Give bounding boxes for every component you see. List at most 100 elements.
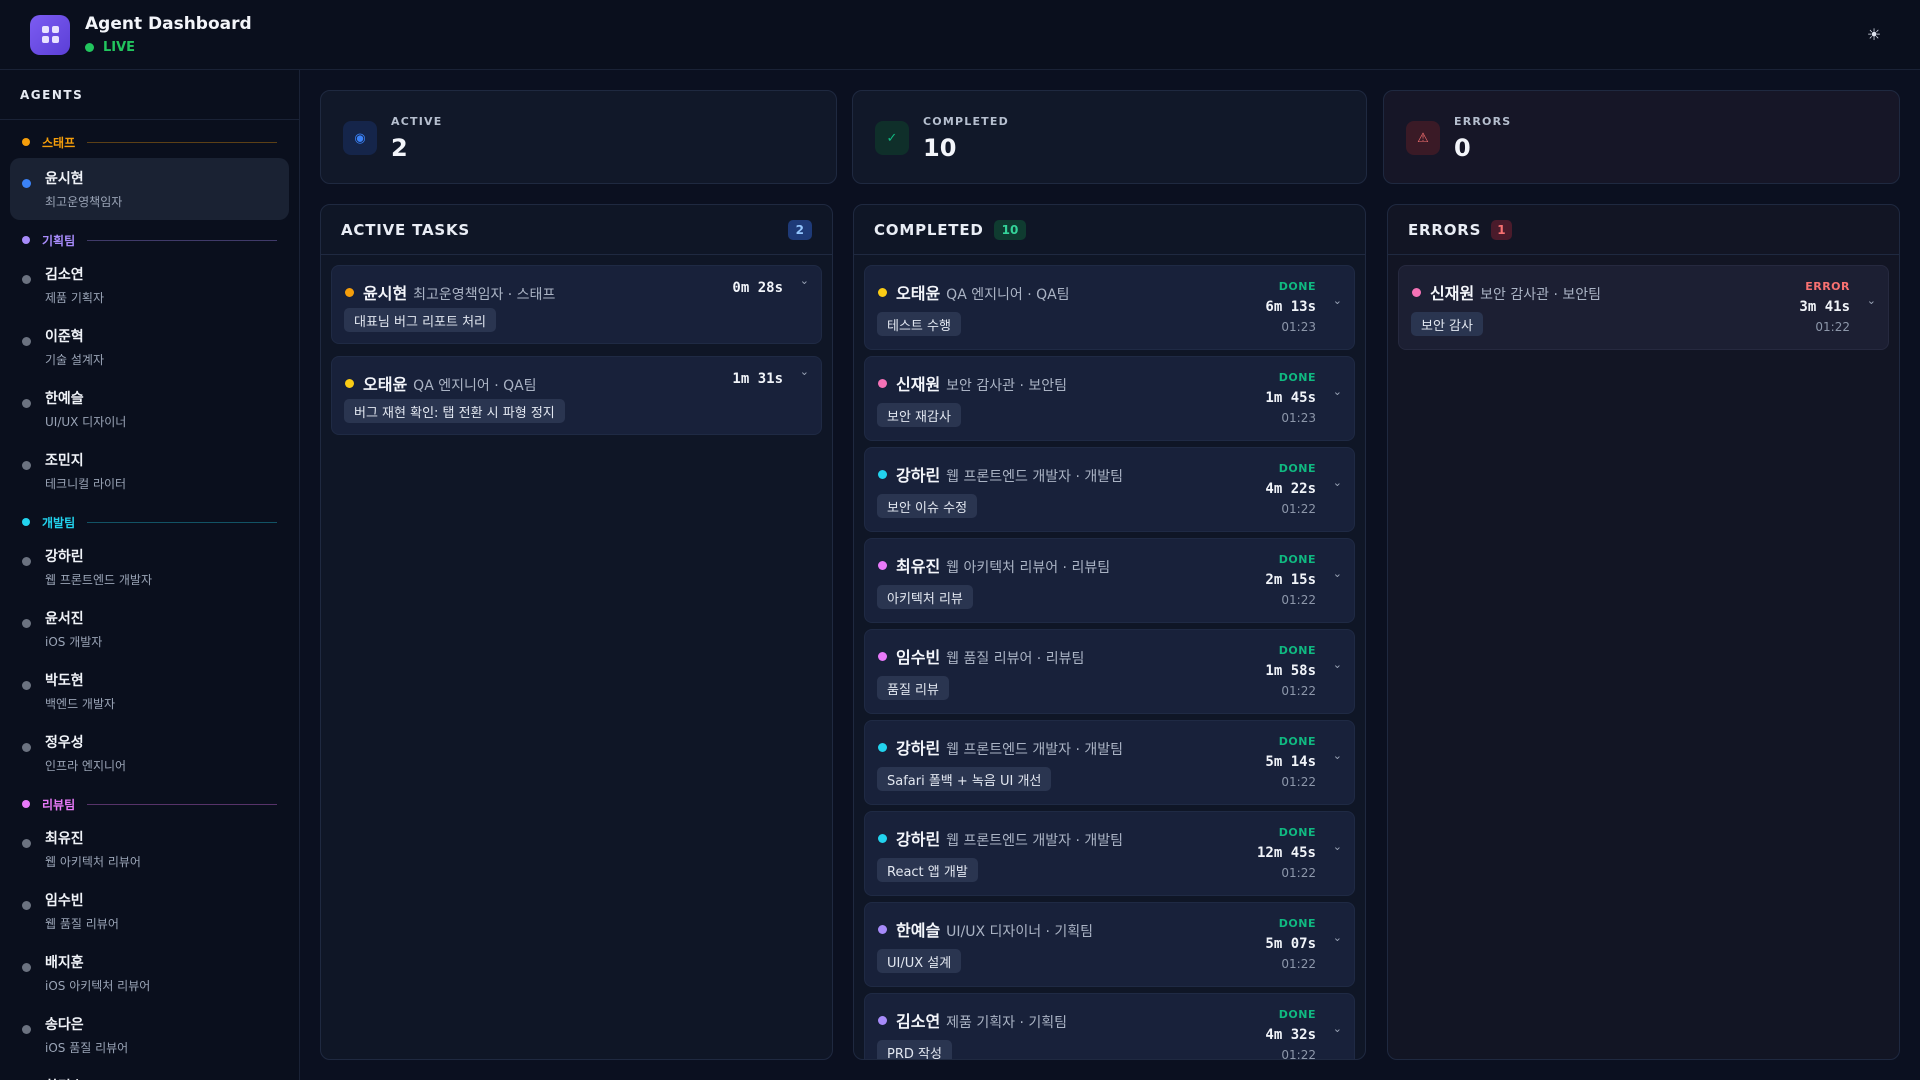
agent-dot-icon (345, 379, 354, 388)
chevron-down-icon[interactable]: ⌄ (1333, 1022, 1342, 1035)
chevron-down-icon[interactable]: ⌄ (1333, 476, 1342, 489)
sun-icon[interactable]: ☀ (1864, 25, 1884, 45)
agent-dot-icon (878, 834, 887, 843)
task-card[interactable]: 오태윤 QA 엔지니어 · QA팀 테스트 수행 DONE 6m 13s 01:23 ⌄ (864, 265, 1355, 350)
agent-name: 김소연 (45, 267, 84, 283)
chevron-down-icon[interactable]: ⌄ (1333, 658, 1342, 671)
sidebar-agent-item[interactable]: 임수빈 웹 품질 리뷰어 (10, 880, 289, 942)
task-timestamp: 01:23 (1281, 320, 1316, 334)
task-agent: 김소연 제품 기획자 · 기획팀 (896, 1008, 1067, 1032)
task-card[interactable]: 신재원 보안 감사관 · 보안팀 보안 재감사 DONE 1m 45s 01:23 ⌄ (864, 356, 1355, 441)
sidebar-agent-item[interactable]: 강하린 웹 프론트엔드 개발자 (10, 536, 289, 598)
agent-name: 정우성 (45, 735, 84, 751)
sidebar-agent-item[interactable]: 김소연 제품 기획자 (10, 254, 289, 316)
task-agent-name: 임수빈 (896, 648, 941, 667)
task-agent-name: 강하린 (896, 830, 941, 849)
sidebar-agent-item[interactable]: 박도현 백엔드 개발자 (10, 660, 289, 722)
task-agent-role: 보안 감사관 · 보안팀 (946, 378, 1068, 394)
chevron-down-icon[interactable]: ⌄ (1333, 840, 1342, 853)
task-card[interactable]: 한예슬 UI/UX 디자이너 · 기획팀 UI/UX 설계 DONE 5m 07s 01:… (864, 902, 1355, 987)
task-agent: 오태윤 QA 엔지니어 · QA팀 (363, 371, 537, 395)
task-tag: 아키텍처 리뷰 (877, 585, 973, 609)
agent-role: 테크니컬 라이터 (45, 477, 127, 491)
chevron-down-icon[interactable]: ⌄ (1333, 567, 1342, 580)
task-status-badge: DONE (1278, 462, 1316, 475)
agent-status-dot-icon (22, 179, 31, 188)
sidebar-agent-item[interactable]: 정우성 인프라 엔지니어 (10, 722, 289, 784)
sidebar-agent-item[interactable]: 윤서진 iOS 개발자 (10, 598, 289, 660)
task-timestamp: 01:22 (1281, 775, 1316, 789)
sidebar-agent-item[interactable]: 한예슬 UI/UX 디자이너 (10, 378, 289, 440)
task-card[interactable]: 신재원 보안 감사관 · 보안팀 보안 감사 ERROR 3m 41s 01:22 ⌄ (1398, 265, 1889, 350)
task-agent-name: 신재원 (896, 375, 941, 394)
top-bar: Agent Dashboard LIVE ☀ (0, 0, 1920, 70)
agent-name: 한민호 (45, 1076, 277, 1080)
stat-value: 10 (923, 134, 957, 162)
sidebar-agent-item[interactable]: 최유진 웹 아키텍처 리뷰어 (10, 818, 289, 880)
chevron-down-icon[interactable]: ⌄ (1867, 294, 1876, 307)
count-badge: 2 (787, 220, 812, 240)
sidebar-heading: AGENTS (0, 70, 299, 120)
column-header: ERRORS 1 (1388, 205, 1899, 255)
task-tag: 테스트 수행 (877, 312, 961, 336)
chevron-down-icon[interactable]: ⌄ (800, 365, 809, 378)
task-agent-role: 웹 프론트엔드 개발자 · 개발팀 (946, 833, 1123, 849)
live-dot-icon (85, 43, 94, 52)
task-agent: 신재원 보안 감사관 · 보안팀 (1430, 280, 1601, 304)
agent-role: iOS 개발자 (45, 635, 103, 649)
agent-name: 강하린 (45, 549, 84, 565)
task-status-badge: ERROR (1805, 280, 1850, 293)
sidebar: AGENTS 스태프 윤시현 최고운영책임자 기획팀 김소연 제품 기획자 이준혁 기술 설계… (0, 70, 300, 1080)
task-agent-name: 최유진 (896, 557, 941, 576)
column-header: COMPLETED 10 (854, 205, 1365, 255)
task-timestamp: 01:22 (1281, 957, 1316, 971)
chevron-down-icon[interactable]: ⌄ (1333, 294, 1342, 307)
agent-dot-icon (878, 1016, 887, 1025)
chevron-down-icon[interactable]: ⌄ (1333, 385, 1342, 398)
task-agent-role: QA 엔지니어 · QA팀 (946, 287, 1070, 303)
task-card[interactable]: 윤시현 최고운영책임자 · 스태프 대표님 버그 리포트 처리 0m 28s ⌄ (331, 265, 822, 344)
agent-status-dot-icon (22, 275, 31, 284)
chevron-down-icon[interactable]: ⌄ (1333, 749, 1342, 762)
sidebar-agent-item[interactable]: 이준혁 기술 설계자 (10, 316, 289, 378)
sidebar-agent-item[interactable]: 배지훈 iOS 아키텍처 리뷰어 (10, 942, 289, 1004)
sidebar-agent-item[interactable]: 조민지 테크니컬 라이터 (10, 440, 289, 502)
task-card[interactable]: 임수빈 웹 품질 리뷰어 · 리뷰팀 품질 리뷰 DONE 1m 58s 01:22 ⌄ (864, 629, 1355, 714)
chevron-down-icon[interactable]: ⌄ (800, 274, 809, 287)
group-divider (87, 521, 277, 523)
task-agent-name: 오태윤 (363, 375, 408, 394)
task-card[interactable]: 최유진 웹 아키텍처 리뷰어 · 리뷰팀 아키텍처 리뷰 DONE 2m 15s 01:2… (864, 538, 1355, 623)
agent-list: 스태프 윤시현 최고운영책임자 기획팀 김소연 제품 기획자 이준혁 기술 설계자 한예슬 UI/… (0, 132, 299, 1080)
task-tag: 보안 재감사 (877, 403, 961, 427)
task-card[interactable]: 김소연 제품 기획자 · 기획팀 PRD 작성 DONE 4m 32s 01:22 ⌄ (864, 993, 1355, 1059)
task-agent-name: 신재원 (1430, 284, 1475, 303)
sidebar-agent-item[interactable]: 한민호 (10, 1066, 289, 1080)
task-agent: 윤시현 최고운영책임자 · 스태프 (363, 280, 555, 304)
column-title: ERRORS (1408, 220, 1482, 239)
agent-role: 최고운영책임자 (45, 195, 123, 209)
agent-name: 한예슬 (45, 391, 84, 407)
count-badge: 1 (1491, 219, 1512, 240)
agent-status-dot-icon (22, 399, 31, 408)
group-dot-icon (22, 138, 30, 146)
task-status-badge: DONE (1278, 280, 1316, 293)
task-duration: 4m 22s (1265, 481, 1316, 497)
agent-status-dot-icon (22, 839, 31, 848)
task-duration: 2m 15s (1265, 572, 1316, 588)
task-card[interactable]: 강하린 웹 프론트엔드 개발자 · 개발팀 Safari 폴백 + 녹음 UI 개선… (864, 720, 1355, 805)
group-label: 스태프 (42, 135, 76, 150)
app-title: Agent Dashboard (85, 14, 252, 34)
chevron-down-icon[interactable]: ⌄ (1333, 931, 1342, 944)
sidebar-agent-item[interactable]: 윤시현 최고운영책임자 (10, 158, 289, 220)
task-card[interactable]: 강하린 웹 프론트엔드 개발자 · 개발팀 React 앱 개발 DONE 12m 45… (864, 811, 1355, 896)
task-agent: 오태윤 QA 엔지니어 · QA팀 (896, 280, 1070, 304)
task-card[interactable]: 강하린 웹 프론트엔드 개발자 · 개발팀 보안 이슈 수정 DONE 4m 22s 01… (864, 447, 1355, 532)
task-agent-role: 웹 아키텍처 리뷰어 · 리뷰팀 (946, 560, 1111, 576)
agent-name: 배지훈 (45, 955, 84, 971)
task-tag: 버그 재현 확인: 탭 전환 시 파형 정지 (344, 399, 565, 423)
group-divider (87, 141, 277, 143)
task-card[interactable]: 오태윤 QA 엔지니어 · QA팀 버그 재현 확인: 탭 전환 시 파형 정지 1m… (331, 356, 822, 435)
agent-dot-icon (345, 288, 354, 297)
sidebar-agent-item[interactable]: 송다은 iOS 품질 리뷰어 (10, 1004, 289, 1066)
task-duration: 0m 28s (732, 280, 783, 296)
